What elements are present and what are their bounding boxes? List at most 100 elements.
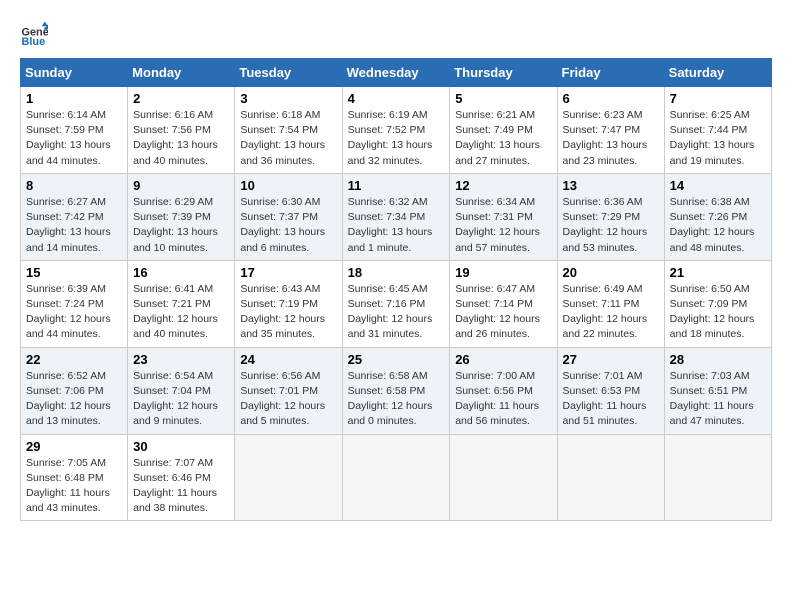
day-info: Sunrise: 6:19 AMSunset: 7:52 PMDaylight:… <box>348 108 445 169</box>
day-number: 20 <box>563 265 659 280</box>
calendar-cell <box>450 434 557 521</box>
calendar-cell: 22 Sunrise: 6:52 AMSunset: 7:06 PMDayligh… <box>21 347 128 434</box>
day-info: Sunrise: 6:16 AMSunset: 7:56 PMDaylight:… <box>133 108 229 169</box>
calendar-cell: 30Sunrise: 7:07 AMSunset: 6:46 PMDayligh… <box>128 434 235 521</box>
day-number: 29 <box>26 439 122 454</box>
calendar-cell: 3 Sunrise: 6:18 AMSunset: 7:54 PMDaylight… <box>235 87 342 174</box>
day-info: Sunrise: 6:32 AMSunset: 7:34 PMDaylight:… <box>348 195 445 256</box>
calendar-cell: 28 Sunrise: 7:03 AMSunset: 6:51 PMDayligh… <box>664 347 771 434</box>
day-info: Sunrise: 6:41 AMSunset: 7:21 PMDaylight:… <box>133 282 229 343</box>
calendar-week-2: 8Sunrise: 6:27 AMSunset: 7:42 PMDaylight… <box>21 173 772 260</box>
calendar-table: SundayMondayTuesdayWednesdayThursdayFrid… <box>20 58 772 521</box>
day-info: Sunrise: 6:14 AMSunset: 7:59 PMDaylight:… <box>26 108 122 169</box>
calendar-cell: 8Sunrise: 6:27 AMSunset: 7:42 PMDaylight… <box>21 173 128 260</box>
day-number: 9 <box>133 178 229 193</box>
calendar-cell: 29 Sunrise: 7:05 AMSunset: 6:48 PMDayligh… <box>21 434 128 521</box>
day-number: 3 <box>240 91 336 106</box>
logo-icon: General Blue <box>20 20 48 48</box>
day-number: 11 <box>348 178 445 193</box>
day-number: 15 <box>26 265 122 280</box>
calendar-week-3: 15Sunrise: 6:39 AMSunset: 7:24 PMDayligh… <box>21 260 772 347</box>
header-sunday: Sunday <box>21 59 128 87</box>
calendar-cell: 27 Sunrise: 7:01 AMSunset: 6:53 PMDayligh… <box>557 347 664 434</box>
calendar-cell: 14 Sunrise: 6:38 AMSunset: 7:26 PMDayligh… <box>664 173 771 260</box>
header-friday: Friday <box>557 59 664 87</box>
day-number: 14 <box>670 178 766 193</box>
day-info: Sunrise: 6:34 AMSunset: 7:31 PMDaylight:… <box>455 195 551 256</box>
day-number: 1 <box>26 91 122 106</box>
calendar-cell: 6 Sunrise: 6:23 AMSunset: 7:47 PMDaylight… <box>557 87 664 174</box>
day-info: Sunrise: 6:49 AMSunset: 7:11 PMDaylight:… <box>563 282 659 343</box>
day-number: 25 <box>348 352 445 367</box>
header-thursday: Thursday <box>450 59 557 87</box>
svg-text:Blue: Blue <box>22 36 46 48</box>
day-number: 18 <box>348 265 445 280</box>
day-number: 19 <box>455 265 551 280</box>
day-number: 27 <box>563 352 659 367</box>
day-number: 30 <box>133 439 229 454</box>
calendar-cell: 20 Sunrise: 6:49 AMSunset: 7:11 PMDayligh… <box>557 260 664 347</box>
header-monday: Monday <box>128 59 235 87</box>
day-info: Sunrise: 6:43 AMSunset: 7:19 PMDaylight:… <box>240 282 336 343</box>
day-number: 22 <box>26 352 122 367</box>
calendar-cell: 12 Sunrise: 6:34 AMSunset: 7:31 PMDayligh… <box>450 173 557 260</box>
calendar-cell: 17 Sunrise: 6:43 AMSunset: 7:19 PMDayligh… <box>235 260 342 347</box>
day-info: Sunrise: 7:01 AMSunset: 6:53 PMDaylight:… <box>563 369 659 430</box>
day-number: 26 <box>455 352 551 367</box>
day-number: 8 <box>26 178 122 193</box>
calendar-week-5: 29 Sunrise: 7:05 AMSunset: 6:48 PMDayligh… <box>21 434 772 521</box>
day-info: Sunrise: 6:52 AMSunset: 7:06 PMDaylight:… <box>26 369 122 430</box>
day-info: Sunrise: 6:30 AMSunset: 7:37 PMDaylight:… <box>240 195 336 256</box>
calendar-cell: 24 Sunrise: 6:56 AMSunset: 7:01 PMDayligh… <box>235 347 342 434</box>
day-number: 23 <box>133 352 229 367</box>
calendar-cell: 26Sunrise: 7:00 AMSunset: 6:56 PMDayligh… <box>450 347 557 434</box>
day-info: Sunrise: 7:05 AMSunset: 6:48 PMDaylight:… <box>26 456 122 517</box>
day-info: Sunrise: 7:03 AMSunset: 6:51 PMDaylight:… <box>670 369 766 430</box>
day-info: Sunrise: 6:25 AMSunset: 7:44 PMDaylight:… <box>670 108 766 169</box>
calendar-cell: 15Sunrise: 6:39 AMSunset: 7:24 PMDayligh… <box>21 260 128 347</box>
day-info: Sunrise: 6:54 AMSunset: 7:04 PMDaylight:… <box>133 369 229 430</box>
day-number: 12 <box>455 178 551 193</box>
calendar-cell: 18 Sunrise: 6:45 AMSunset: 7:16 PMDayligh… <box>342 260 450 347</box>
day-info: Sunrise: 6:36 AMSunset: 7:29 PMDaylight:… <box>563 195 659 256</box>
calendar-header-row: SundayMondayTuesdayWednesdayThursdayFrid… <box>21 59 772 87</box>
day-number: 28 <box>670 352 766 367</box>
day-info: Sunrise: 6:58 AMSunset: 6:58 PMDaylight:… <box>348 369 445 430</box>
day-info: Sunrise: 6:50 AMSunset: 7:09 PMDaylight:… <box>670 282 766 343</box>
day-number: 13 <box>563 178 659 193</box>
day-info: Sunrise: 6:56 AMSunset: 7:01 PMDaylight:… <box>240 369 336 430</box>
day-number: 24 <box>240 352 336 367</box>
calendar-cell: 1 Sunrise: 6:14 AMSunset: 7:59 PMDaylight… <box>21 87 128 174</box>
calendar-cell: 25 Sunrise: 6:58 AMSunset: 6:58 PMDayligh… <box>342 347 450 434</box>
calendar-cell: 23 Sunrise: 6:54 AMSunset: 7:04 PMDayligh… <box>128 347 235 434</box>
calendar-cell: 21Sunrise: 6:50 AMSunset: 7:09 PMDayligh… <box>664 260 771 347</box>
calendar-cell: 9 Sunrise: 6:29 AMSunset: 7:39 PMDaylight… <box>128 173 235 260</box>
day-info: Sunrise: 6:21 AMSunset: 7:49 PMDaylight:… <box>455 108 551 169</box>
day-number: 10 <box>240 178 336 193</box>
calendar-cell: 4Sunrise: 6:19 AMSunset: 7:52 PMDaylight… <box>342 87 450 174</box>
calendar-week-4: 22 Sunrise: 6:52 AMSunset: 7:06 PMDayligh… <box>21 347 772 434</box>
calendar-cell: 5Sunrise: 6:21 AMSunset: 7:49 PMDaylight… <box>450 87 557 174</box>
day-number: 16 <box>133 265 229 280</box>
page-header: General Blue <box>20 20 772 48</box>
header-saturday: Saturday <box>664 59 771 87</box>
day-info: Sunrise: 6:38 AMSunset: 7:26 PMDaylight:… <box>670 195 766 256</box>
day-info: Sunrise: 6:29 AMSunset: 7:39 PMDaylight:… <box>133 195 229 256</box>
header-tuesday: Tuesday <box>235 59 342 87</box>
day-number: 17 <box>240 265 336 280</box>
day-info: Sunrise: 6:18 AMSunset: 7:54 PMDaylight:… <box>240 108 336 169</box>
calendar-cell: 13 Sunrise: 6:36 AMSunset: 7:29 PMDayligh… <box>557 173 664 260</box>
header-wednesday: Wednesday <box>342 59 450 87</box>
day-info: Sunrise: 6:23 AMSunset: 7:47 PMDaylight:… <box>563 108 659 169</box>
calendar-cell: 11 Sunrise: 6:32 AMSunset: 7:34 PMDayligh… <box>342 173 450 260</box>
calendar-cell <box>557 434 664 521</box>
calendar-cell: 16 Sunrise: 6:41 AMSunset: 7:21 PMDayligh… <box>128 260 235 347</box>
calendar-cell: 10 Sunrise: 6:30 AMSunset: 7:37 PMDayligh… <box>235 173 342 260</box>
calendar-cell <box>664 434 771 521</box>
calendar-cell: 2 Sunrise: 6:16 AMSunset: 7:56 PMDaylight… <box>128 87 235 174</box>
day-info: Sunrise: 6:45 AMSunset: 7:16 PMDaylight:… <box>348 282 445 343</box>
calendar-cell <box>342 434 450 521</box>
day-number: 6 <box>563 91 659 106</box>
day-number: 2 <box>133 91 229 106</box>
calendar-cell: 7Sunrise: 6:25 AMSunset: 7:44 PMDaylight… <box>664 87 771 174</box>
